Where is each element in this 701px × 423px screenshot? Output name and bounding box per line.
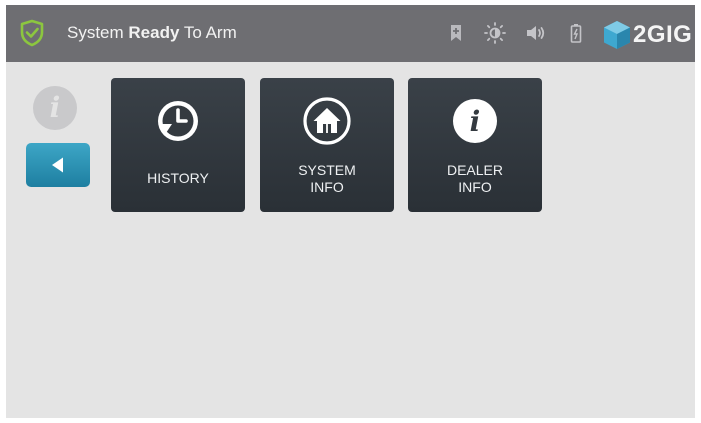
- back-arrow-icon: [52, 157, 63, 173]
- status-suffix: To Arm: [179, 23, 237, 42]
- dealer-info-label-line2: INFO: [458, 179, 492, 195]
- status-emphasis: Ready: [128, 23, 180, 42]
- dealer-info-tile[interactable]: i DEALER INFO: [408, 78, 542, 212]
- history-icon: [158, 101, 198, 141]
- system-info-tile[interactable]: SYSTEM INFO: [260, 78, 394, 212]
- dealer-info-label-line1: DEALER: [446, 162, 504, 178]
- battery-icon[interactable]: [564, 21, 588, 45]
- history-label: HISTORY: [111, 170, 245, 187]
- dealer-info-label: DEALER INFO: [408, 162, 542, 196]
- history-label-line1: HISTORY: [147, 170, 209, 186]
- system-info-label: SYSTEM INFO: [260, 162, 394, 196]
- home-icon: [303, 97, 351, 145]
- brightness-icon[interactable]: [483, 21, 507, 45]
- system-status: System Ready To Arm: [67, 23, 237, 43]
- history-tile[interactable]: HISTORY: [111, 78, 245, 212]
- dealer-info-icon: i: [453, 99, 497, 143]
- system-info-label-line1: SYSTEM: [298, 162, 356, 178]
- top-bar: System Ready To Arm 2GIG: [6, 5, 695, 62]
- screen: System Ready To Arm 2GIG i HISTORY SYSTE…: [6, 5, 695, 418]
- bookmark-icon[interactable]: [444, 21, 468, 45]
- info-icon[interactable]: i: [33, 86, 77, 130]
- svg-text:i: i: [470, 105, 481, 138]
- brand-logo: 2GIG: [603, 17, 693, 51]
- shield-check-icon: [20, 19, 44, 47]
- info-glyph: i: [49, 91, 61, 124]
- brand-name: 2GIG: [633, 21, 693, 48]
- volume-icon[interactable]: [524, 21, 548, 45]
- back-button[interactable]: [26, 143, 90, 187]
- cube-logo-icon: [604, 21, 630, 49]
- status-prefix: System: [67, 23, 129, 42]
- system-info-label-line2: INFO: [310, 179, 344, 195]
